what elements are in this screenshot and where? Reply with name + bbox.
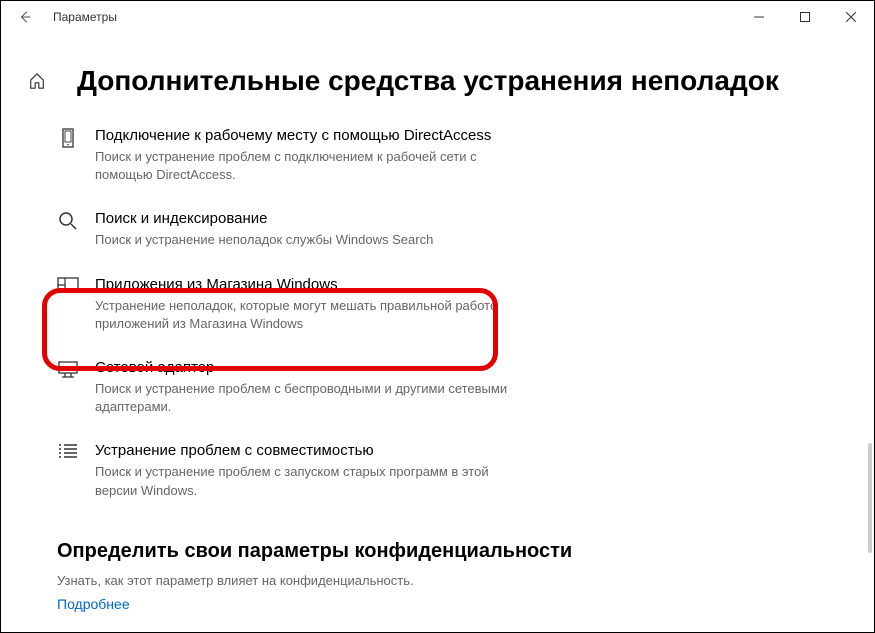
troubleshoot-text: Поиск и индексирование Поиск и устранени… xyxy=(95,210,515,249)
item-desc: Поиск и устранение проблем с подключение… xyxy=(95,148,515,184)
network-icon xyxy=(57,360,79,382)
content-area: Дополнительные средства устранения непол… xyxy=(1,33,874,632)
troubleshoot-item-search[interactable]: Поиск и индексирование Поиск и устранени… xyxy=(57,200,874,263)
window-title: Параметры xyxy=(53,10,117,24)
privacy-heading: Определить свои параметры конфиденциальн… xyxy=(57,540,874,563)
item-title: Приложения из Магазина Windows xyxy=(95,276,515,293)
troubleshoot-item-directaccess[interactable]: Подключение к рабочему месту с помощью D… xyxy=(57,117,874,198)
close-icon xyxy=(846,12,856,22)
back-button[interactable] xyxy=(15,7,35,27)
item-desc: Поиск и устранение проблем с беспроводны… xyxy=(95,380,515,416)
troubleshoot-item-network[interactable]: Сетевой адаптер Поиск и устранение пробл… xyxy=(57,349,874,430)
troubleshoot-list: Подключение к рабочему месту с помощью D… xyxy=(57,117,874,514)
titlebar: Параметры xyxy=(1,1,874,33)
troubleshoot-text: Сетевой адаптер Поиск и устранение пробл… xyxy=(95,359,515,416)
privacy-subtext: Узнать, как этот параметр влияет на конф… xyxy=(57,573,874,588)
maximize-button[interactable] xyxy=(782,1,828,33)
arrow-left-icon xyxy=(18,10,32,24)
device-icon xyxy=(57,128,79,150)
scrollbar[interactable] xyxy=(868,443,872,553)
item-title: Сетевой адаптер xyxy=(95,359,515,376)
troubleshoot-text: Приложения из Магазина Windows Устранени… xyxy=(95,276,515,333)
item-title: Поиск и индексирование xyxy=(95,210,515,227)
apps-icon xyxy=(57,277,79,299)
privacy-section: Определить свои параметры конфиденциальн… xyxy=(57,540,874,612)
home-icon xyxy=(28,72,46,90)
troubleshoot-item-store-apps[interactable]: Приложения из Магазина Windows Устранени… xyxy=(57,266,874,347)
maximize-icon xyxy=(800,12,810,22)
minimize-button[interactable] xyxy=(736,1,782,33)
minimize-icon xyxy=(754,12,764,22)
search-icon xyxy=(57,211,79,233)
item-desc: Устранение неполадок, которые могут меша… xyxy=(95,297,515,333)
item-desc: Поиск и устранение неполадок службы Wind… xyxy=(95,231,515,249)
item-title: Подключение к рабочему месту с помощью D… xyxy=(95,127,515,144)
privacy-link[interactable]: Подробнее xyxy=(57,596,874,612)
item-desc: Поиск и устранение проблем с запуском ст… xyxy=(95,463,515,499)
troubleshoot-text: Устранение проблем с совместимостью Поис… xyxy=(95,442,515,499)
troubleshoot-item-compatibility[interactable]: Устранение проблем с совместимостью Поис… xyxy=(57,432,874,513)
page-title: Дополнительные средства устранения непол… xyxy=(77,65,779,97)
header-row: Дополнительные средства устранения непол… xyxy=(27,65,874,97)
close-button[interactable] xyxy=(828,1,874,33)
item-title: Устранение проблем с совместимостью xyxy=(95,442,515,459)
window-controls xyxy=(736,1,874,33)
troubleshoot-text: Подключение к рабочему месту с помощью D… xyxy=(95,127,515,184)
list-icon xyxy=(57,443,79,465)
home-button[interactable] xyxy=(27,71,47,91)
